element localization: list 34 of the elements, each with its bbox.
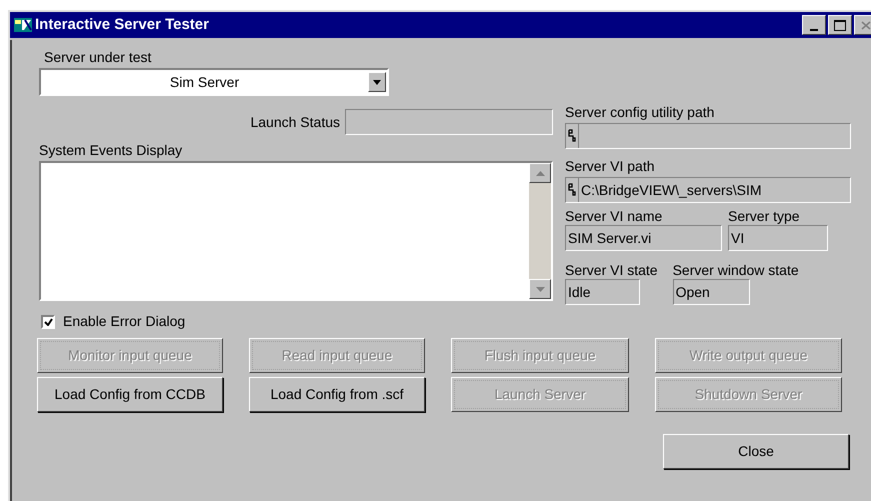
vi-state-field: Idle (565, 279, 640, 305)
field-label: Server window state (672, 261, 799, 279)
close-dialog-button[interactable]: Close (663, 434, 849, 469)
action-button[interactable]: Load Config from CCDB (37, 377, 223, 412)
action-button[interactable]: Load Config from .scf (249, 377, 425, 412)
close-icon (861, 20, 871, 30)
minimize-button[interactable] (802, 15, 826, 35)
maximize-icon (834, 20, 846, 30)
window-state-field: Open (672, 279, 750, 305)
field-label: Server VI state (565, 261, 658, 279)
vi-name-field: SIM Server.vi (565, 225, 722, 251)
window-title: Interactive Server Tester (35, 14, 209, 35)
server-type-field: VI (728, 225, 828, 251)
error-dialog-checkbox[interactable]: Enable Error Dialog (41, 311, 186, 332)
checkmark-icon (44, 318, 52, 326)
field-label: Server VI path (565, 157, 656, 175)
vi-path-field: C:\BridgeVIEW\_servers\SIM (565, 177, 851, 203)
path-icon (568, 183, 576, 197)
field-label: System Events Display (39, 141, 184, 159)
maximize-button[interactable] (828, 15, 852, 35)
field-label: Server VI name (565, 207, 664, 225)
server-dropdown[interactable]: Sim Server (39, 68, 389, 96)
checkbox[interactable] (41, 314, 55, 328)
field-label: Launch Status (250, 113, 340, 131)
minimize-icon (810, 29, 818, 31)
field-label: Server under test (44, 48, 152, 66)
field-label: Server type (728, 207, 801, 225)
path-icon (568, 129, 576, 143)
app-icon (14, 18, 32, 32)
field-label: Server config utility path (565, 103, 716, 121)
scroll-up-icon (536, 170, 544, 176)
dropdown-arrow-icon (373, 80, 381, 84)
scrollbar[interactable] (529, 163, 551, 299)
scroll-down-icon (536, 286, 544, 292)
